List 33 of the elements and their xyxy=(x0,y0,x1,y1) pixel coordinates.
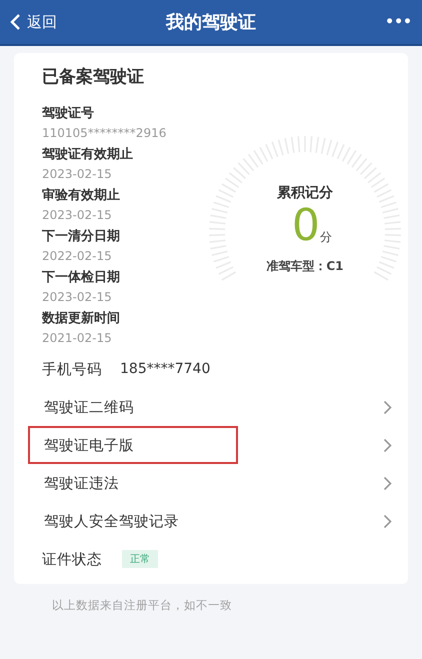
page-title: 我的驾驶证 xyxy=(166,11,256,34)
status-label: 证件状态 xyxy=(42,550,102,568)
score-value: 0 xyxy=(292,202,320,250)
field-value: 2023-02-15 xyxy=(42,289,113,306)
license-class: 准驾车型：C1 xyxy=(266,258,344,275)
field-label: 数据更新时间 xyxy=(42,310,121,328)
field-label: 审验有效期止 xyxy=(42,186,121,205)
chevron-icon xyxy=(383,514,392,528)
back-icon xyxy=(10,13,21,31)
field-value: 110105********2916 xyxy=(42,125,168,142)
field-value: 2022-02-15 xyxy=(42,248,113,265)
score-label: 累积记分 xyxy=(276,184,333,202)
menu-item[interactable]: 驾驶证二维码 xyxy=(28,388,394,426)
field-value: 2023-02-15 xyxy=(42,207,113,224)
chevron-icon xyxy=(383,476,392,490)
back-button[interactable]: 返回 xyxy=(10,12,57,32)
footer-note: 以上数据来自注册平台，如不一致 xyxy=(52,598,233,613)
field-label: 下一清分日期 xyxy=(42,228,121,246)
chevron-icon xyxy=(383,438,392,452)
chevron-icon xyxy=(383,400,392,414)
menu-item[interactable]: 驾驶证违法 xyxy=(28,464,394,502)
field-value: 2021-02-15 xyxy=(42,330,113,347)
field-label: 驾驶证号 xyxy=(42,105,95,123)
more-button[interactable]: ••• xyxy=(385,14,412,30)
field-value: 2023-02-15 xyxy=(42,166,113,183)
card-title: 已备案驾驶证 xyxy=(42,66,145,88)
field-label: 驾驶证有效期止 xyxy=(42,146,134,164)
menu-item[interactable]: 驾驶人安全驾驶记录 xyxy=(28,502,394,540)
field-label: 下一体检日期 xyxy=(42,269,121,287)
status-badge: 正常 xyxy=(122,550,158,568)
score-unit: 分 xyxy=(320,229,332,246)
phone-label: 手机号码 xyxy=(42,360,102,378)
phone-number: 185****7740 xyxy=(120,361,210,377)
